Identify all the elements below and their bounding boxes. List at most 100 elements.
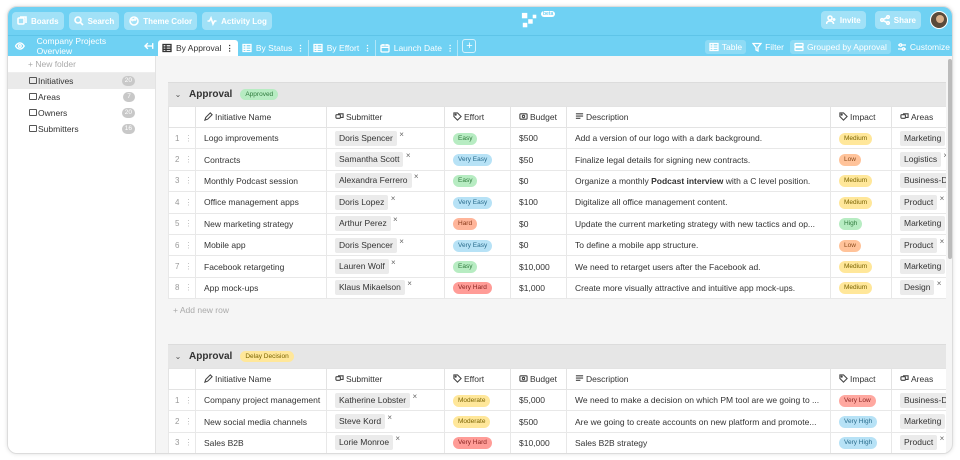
column-header[interactable]: Description (566, 106, 831, 128)
budget-cell[interactable]: $0 (510, 233, 567, 257)
submitter-cell[interactable]: Doris Spencer × (326, 126, 445, 150)
linked-record-chip[interactable]: Marketing× (900, 216, 946, 232)
sidebar-item-submitters[interactable]: Submitters 16 (8, 121, 155, 137)
submitter-cell[interactable]: Katherine Lobster × (326, 388, 445, 412)
table-row[interactable]: 6 ⋮ Mobile app Doris Spencer × Very Easy $0 To … (168, 233, 946, 257)
column-header[interactable]: Budget (510, 368, 567, 390)
table-row[interactable]: 2 ⋮ New social media channels Steve Kord × Mo… (168, 410, 946, 433)
initiative-name-cell[interactable]: New marketing strategy (195, 212, 327, 235)
initiative-name-cell[interactable]: Mobile app (195, 233, 327, 257)
remove-icon[interactable]: × (414, 171, 419, 184)
row-number-cell[interactable]: 4 ⋮ (168, 191, 196, 214)
drag-handle-icon[interactable]: ⋮ (184, 396, 192, 405)
linked-record-chip[interactable]: Lorie Monroe × (335, 434, 400, 451)
areas-cell[interactable]: Marketing× (891, 212, 946, 235)
effort-cell[interactable]: Hard (444, 212, 511, 235)
tab-menu-icon[interactable]: ⋮ (296, 43, 304, 54)
column-header[interactable]: Areas (891, 368, 946, 390)
row-number-cell[interactable]: 6 ⋮ (168, 233, 196, 257)
row-number-cell[interactable]: 3 ⋮ (168, 169, 196, 193)
option-pill[interactable]: Very Easy (453, 154, 493, 167)
group-header[interactable]: ⌄ Approval Delay Decision (168, 344, 946, 368)
initiative-name-cell[interactable]: New social media channels (195, 410, 327, 433)
linked-record-chip[interactable]: Arthur Perez × (335, 215, 398, 232)
linked-record-chip[interactable]: Logistics × (900, 151, 946, 168)
linked-record-chip[interactable]: Katherine Lobster × (335, 392, 417, 408)
add-row-button[interactable]: + Add new row (168, 299, 946, 321)
initiative-name-cell[interactable]: Office management apps (195, 191, 327, 214)
option-pill[interactable]: Very Easy (453, 239, 493, 252)
remove-icon[interactable]: × (395, 433, 400, 446)
search-button[interactable]: Search (68, 12, 120, 30)
initiative-name-cell[interactable]: Contracts (195, 148, 327, 171)
column-header[interactable]: Initiative Name (195, 368, 327, 390)
areas-cell[interactable]: Product × (891, 233, 946, 257)
impact-cell[interactable]: Very Low (830, 388, 892, 412)
initiative-name-cell[interactable]: Company project management (195, 388, 327, 412)
linked-record-chip[interactable]: Doris Spencer × (335, 237, 404, 253)
areas-cell[interactable]: Design × (891, 276, 946, 300)
column-header[interactable]: Description (566, 368, 831, 390)
boards-button[interactable]: Boards (12, 12, 64, 30)
submitter-cell[interactable]: Doris Spencer × (326, 233, 445, 257)
effort-cell[interactable]: Easy (444, 126, 511, 150)
column-header[interactable]: Submitter (326, 368, 445, 390)
linked-record-chip[interactable]: Marketing× (900, 259, 946, 275)
invite-button[interactable]: Invite (820, 11, 866, 29)
description-cell[interactable]: We need to make a decision on which PM t… (566, 388, 831, 412)
tab-launch-date[interactable]: Launch Date ⋮ (376, 39, 459, 57)
table-row[interactable]: 3 ⋮ Sales B2B Lorie Monroe × Very Hard $10,000… (168, 431, 946, 453)
vertical-scrollbar[interactable] (948, 59, 952, 259)
effort-cell[interactable]: Very Easy (444, 148, 511, 171)
drag-handle-icon[interactable]: ⋮ (184, 262, 192, 271)
option-pill[interactable]: Medium (839, 196, 873, 209)
row-number-cell[interactable]: 8 ⋮ (168, 276, 196, 300)
column-header[interactable]: Effort (444, 106, 511, 128)
option-pill[interactable]: Very High (839, 437, 878, 450)
layout-table-button[interactable]: Table (704, 39, 747, 54)
table-row[interactable]: 1 ⋮ Company project management Katherine Lo… (168, 388, 946, 412)
description-cell[interactable]: We need to retarget users after the Face… (566, 255, 831, 278)
impact-cell[interactable]: Very High (830, 431, 892, 453)
effort-cell[interactable]: Moderate (444, 388, 511, 412)
submitter-cell[interactable]: Arthur Perez × (326, 212, 445, 235)
remove-icon[interactable]: × (940, 433, 945, 446)
activity-log-button[interactable]: Activity Log (202, 12, 272, 30)
impact-cell[interactable]: Medium (830, 126, 892, 150)
linked-record-chip[interactable]: Doris Lopez × (335, 194, 395, 210)
option-pill[interactable]: Easy (453, 132, 478, 145)
column-header[interactable]: Effort (444, 368, 511, 390)
collapse-sidebar-icon[interactable] (144, 41, 154, 51)
remove-icon[interactable]: × (399, 235, 404, 248)
drag-handle-icon[interactable]: ⋮ (184, 219, 192, 228)
linked-record-chip[interactable]: Product × (900, 434, 944, 451)
budget-cell[interactable]: $10,000 (510, 255, 567, 278)
option-pill[interactable]: Very Low (839, 394, 876, 407)
budget-cell[interactable]: $10,000 (510, 431, 567, 453)
row-number-cell[interactable]: 2 ⋮ (168, 410, 196, 433)
effort-cell[interactable]: Moderate (444, 410, 511, 433)
linked-record-chip[interactable]: Steve Kord × (335, 413, 392, 430)
remove-icon[interactable]: × (940, 193, 945, 206)
option-pill[interactable]: Medium (839, 261, 873, 274)
table-row[interactable]: 3 ⋮ Monthly Podcast session Alexandra Ferre… (168, 169, 946, 193)
share-button[interactable]: Share (874, 11, 921, 29)
drag-handle-icon[interactable]: ⋮ (184, 417, 192, 426)
impact-cell[interactable]: Medium (830, 191, 892, 214)
column-header[interactable]: Areas (891, 106, 946, 128)
linked-record-chip[interactable]: Klaus Mikaelson × (335, 279, 412, 296)
drag-handle-icon[interactable]: ⋮ (184, 438, 192, 447)
avatar[interactable] (930, 11, 948, 29)
table-row[interactable]: 5 ⋮ New marketing strategy Arthur Perez × Har… (168, 212, 946, 235)
sidebar-item-initiatives[interactable]: Initiatives 20 (8, 73, 155, 89)
linked-record-chip[interactable]: Design × (900, 279, 941, 296)
remove-icon[interactable]: × (940, 235, 945, 248)
drag-handle-icon[interactable]: ⋮ (184, 241, 192, 250)
linked-record-chip[interactable]: Marketing× (900, 130, 946, 146)
linked-record-chip[interactable]: Business-D× (900, 173, 946, 189)
impact-cell[interactable]: Medium (830, 169, 892, 193)
impact-cell[interactable]: Low (830, 233, 892, 257)
areas-cell[interactable]: Product × (891, 431, 946, 453)
group-header[interactable]: ⌄ Approval Approved (168, 82, 946, 106)
row-number-cell[interactable]: 2 ⋮ (168, 148, 196, 171)
